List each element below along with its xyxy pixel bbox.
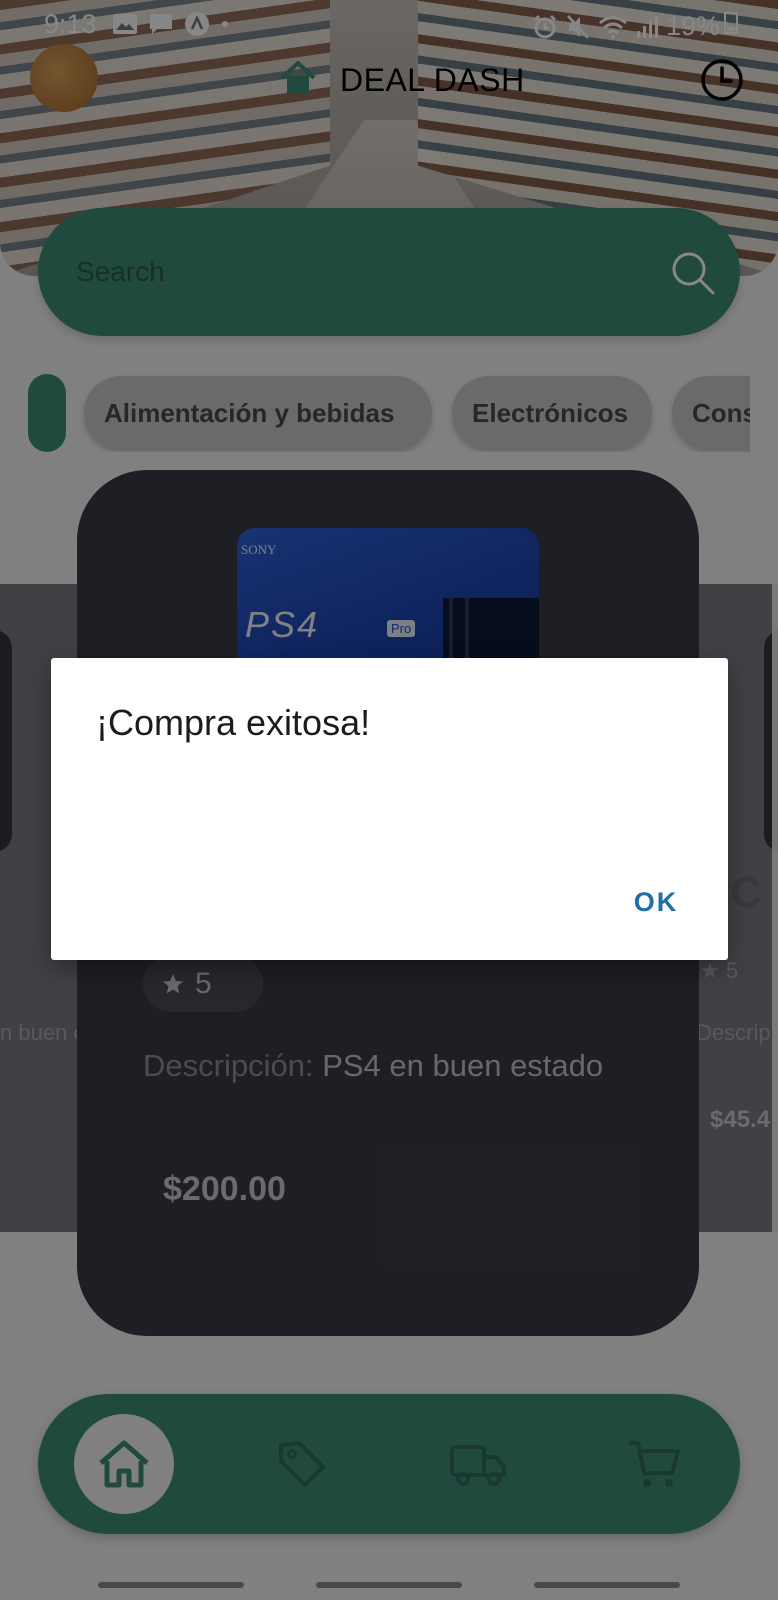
dialog-title: ¡Compra exitosa! bbox=[96, 702, 371, 743]
ok-button[interactable]: OK bbox=[611, 872, 701, 932]
purchase-success-dialog: ¡Compra exitosa! OK bbox=[51, 658, 728, 960]
